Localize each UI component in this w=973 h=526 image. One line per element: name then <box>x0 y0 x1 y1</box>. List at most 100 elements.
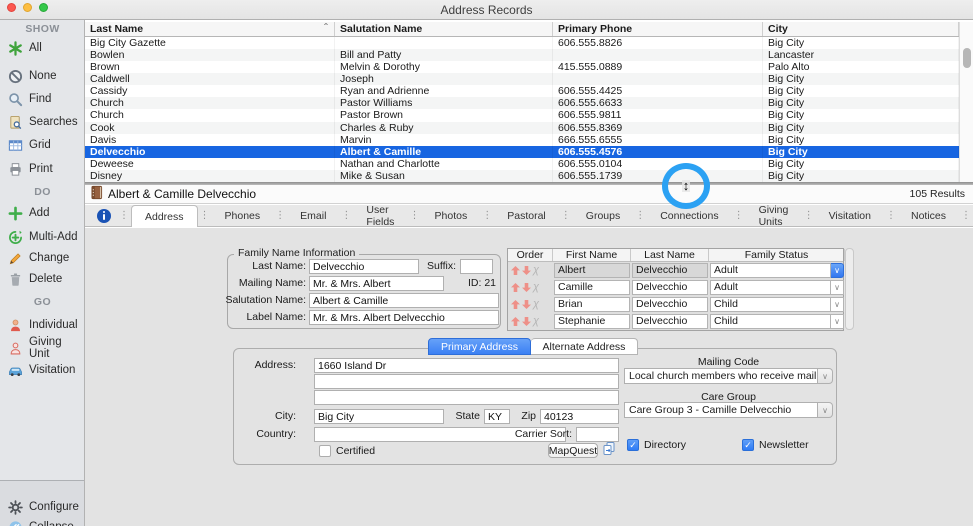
member-row[interactable]: χ Camille Delvecchio Adult∨ <box>508 279 843 296</box>
sidebar-item-configure[interactable]: Configure <box>0 497 84 517</box>
results-count: 105 Results <box>910 188 965 200</box>
mapquest-button[interactable]: MapQuest <box>548 443 598 458</box>
sidebar-item-searches[interactable]: Searches <box>0 112 85 132</box>
move-up-icon[interactable] <box>511 283 520 292</box>
chevron-down-icon: ∨ <box>818 402 833 418</box>
move-down-icon[interactable] <box>522 317 531 326</box>
table-row[interactable]: CassidyRyan and Adrienne606.555.4425Big … <box>85 85 959 97</box>
sidebar-item-delete[interactable]: Delete <box>0 269 85 289</box>
tab-photos[interactable]: Photos <box>422 205 481 226</box>
primary-address-tab[interactable]: Primary Address <box>428 338 531 355</box>
table-row[interactable]: BrownMelvin & Dorothy415.555.0889Palo Al… <box>85 61 959 73</box>
move-up-icon[interactable] <box>511 266 520 275</box>
sidebar-item-none[interactable]: None <box>0 66 85 86</box>
state-field[interactable] <box>484 409 510 424</box>
move-down-icon[interactable] <box>522 266 531 275</box>
column-header-primary-phone[interactable]: Primary Phone <box>553 22 763 36</box>
info-icon[interactable] <box>97 209 111 223</box>
asterisk-icon <box>7 40 23 56</box>
sidebar-item-grid[interactable]: Grid <box>0 135 85 155</box>
table-row[interactable]: ChurchPastor Williams606.555.6633Big Cit… <box>85 97 959 109</box>
address-line3-field[interactable] <box>314 390 619 405</box>
tab-notices[interactable]: Notices <box>898 205 959 226</box>
newsletter-checkbox[interactable]: ✓ <box>742 439 754 451</box>
mailing-name-field[interactable] <box>309 276 444 291</box>
remove-member-icon[interactable]: χ <box>533 266 539 275</box>
city-field[interactable] <box>314 409 444 424</box>
trash-icon <box>7 271 23 287</box>
sidebar-item-multi-add[interactable]: Multi-Add <box>0 227 85 247</box>
tab-groups[interactable]: Groups <box>573 205 633 226</box>
sidebar-item-label: Grid <box>29 139 51 151</box>
member-row[interactable]: χ Brian Delvecchio Child∨ <box>508 296 843 313</box>
table-row[interactable]: Big City Gazette606.555.8826Big City <box>85 37 959 49</box>
tab-user-fields[interactable]: User Fields <box>353 205 407 226</box>
sidebar-item-giving-unit[interactable]: Giving Unit <box>0 338 85 358</box>
last-name-field[interactable] <box>309 259 419 274</box>
suffix-field[interactable] <box>460 259 493 274</box>
table-row[interactable]: ChurchPastor Brown606.555.9811Big City <box>85 109 959 121</box>
sidebar-item-collapse[interactable]: Collapse <box>0 517 84 526</box>
tab-visitation[interactable]: Visitation <box>816 205 884 226</box>
chevron-down-icon: ∨ <box>831 297 844 312</box>
order-controls: χ <box>508 283 553 292</box>
alternate-address-tab[interactable]: Alternate Address <box>531 338 638 355</box>
tab-phones[interactable]: Phones <box>212 205 274 226</box>
table-row[interactable]: DisneyMike & Susan606.555.1739Big City <box>85 170 959 182</box>
family-status-select[interactable]: Child∨ <box>710 297 844 312</box>
certified-label: Certified <box>336 445 375 458</box>
directory-label: Directory <box>644 439 686 452</box>
directory-checkbox[interactable]: ✓ <box>627 439 639 451</box>
remove-member-icon[interactable]: χ <box>533 300 539 309</box>
table-row[interactable]: DavisMarvin666.555.6555Big City <box>85 134 959 146</box>
table-row[interactable]: CookCharles & Ruby606.555.8369Big City <box>85 122 959 134</box>
sidebar-item-visitation[interactable]: Visitation <box>0 360 85 380</box>
members-scrollbar[interactable] <box>845 248 854 330</box>
family-status-select[interactable]: Adult∨ <box>710 280 844 295</box>
scrollbar-thumb[interactable] <box>963 48 971 68</box>
tab-connections[interactable]: Connections <box>647 205 731 226</box>
family-status-select[interactable]: Child∨ <box>710 314 844 329</box>
tab-address[interactable]: Address <box>131 205 198 227</box>
table-row[interactable]: DeweeseNathan and Charlotte606.555.0104B… <box>85 158 959 170</box>
collapse-chevrons-icon <box>7 519 23 526</box>
table-row[interactable]: BowlenBill and PattyLancaster <box>85 49 959 61</box>
family-status-select[interactable]: Adult∨ <box>710 263 844 278</box>
address-line2-field[interactable] <box>314 374 619 389</box>
tab-email[interactable]: Email <box>287 205 339 226</box>
zip-field[interactable] <box>540 409 619 424</box>
move-down-icon[interactable] <box>522 300 531 309</box>
certified-checkbox[interactable] <box>319 445 331 457</box>
move-down-icon[interactable] <box>522 283 531 292</box>
care-group-select[interactable]: Care Group 3 - Camille Delvecchio∨ <box>624 402 833 418</box>
table-row[interactable]: CaldwellJosephBig City <box>85 73 959 85</box>
sidebar-item-individual[interactable]: Individual <box>0 315 85 335</box>
member-row[interactable]: χ Stephanie Delvecchio Child∨ <box>508 313 843 330</box>
member-row[interactable]: χ Albert Delvecchio Adult∨ <box>508 262 843 279</box>
list-scrollbar[interactable] <box>959 22 973 182</box>
country-label: Country: <box>242 427 296 442</box>
sidebar-item-print[interactable]: Print <box>0 159 85 179</box>
remove-member-icon[interactable]: χ <box>533 283 539 292</box>
table-row-selected[interactable]: DelvecchioAlbert & Camille606.555.4576Bi… <box>85 146 959 158</box>
mailing-code-label: Mailing Code <box>624 356 833 368</box>
column-header-city[interactable]: City <box>763 22 959 36</box>
move-up-icon[interactable] <box>511 300 520 309</box>
tab-giving-units[interactable]: Giving Units <box>746 205 802 226</box>
copy-address-icon[interactable] <box>602 441 616 459</box>
tab-pastoral[interactable]: Pastoral <box>494 205 559 226</box>
label-name-field[interactable] <box>309 310 499 325</box>
mailing-code-select[interactable]: Local church members who receive mail∨ <box>624 368 833 384</box>
column-header-last-name[interactable]: ˆLast Name <box>85 22 335 36</box>
column-header-salutation-name[interactable]: Salutation Name <box>335 22 553 36</box>
move-up-icon[interactable] <box>511 317 520 326</box>
sidebar-item-find[interactable]: Find <box>0 89 85 109</box>
sidebar-item-all[interactable]: All <box>0 38 85 58</box>
remove-member-icon[interactable]: χ <box>533 317 539 326</box>
sidebar-item-add[interactable]: Add <box>0 203 85 223</box>
salutation-name-field[interactable] <box>309 293 499 308</box>
address-line1-field[interactable] <box>314 358 619 373</box>
circle-plus-icon <box>7 229 23 245</box>
carrier-sort-field[interactable] <box>576 427 619 442</box>
sidebar-item-change[interactable]: Change <box>0 248 85 268</box>
